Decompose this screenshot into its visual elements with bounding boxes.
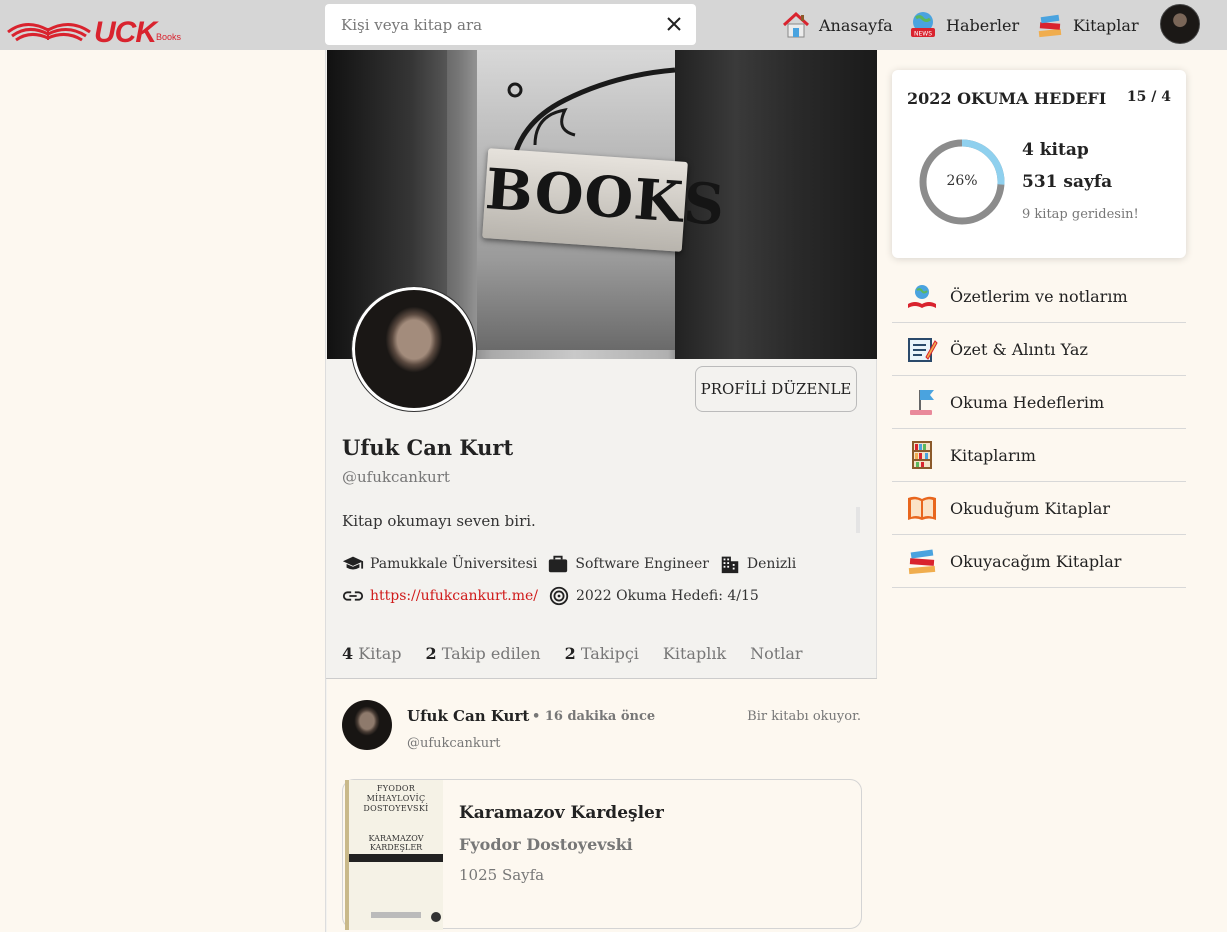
profile-info-row: Pamukkale Üniversitesi Software Engineer…	[342, 553, 806, 575]
goal-percent: 26%	[946, 173, 978, 189]
nav-anasayfa[interactable]: Anasayfa	[781, 8, 893, 42]
book-cover-author: FYODOR MİHAYLOVİÇ DOSTOYEVSKİ	[363, 784, 429, 813]
website-info[interactable]: https://ufukcankurt.me/	[342, 585, 538, 607]
tab-notlar[interactable]: Notlar	[750, 644, 802, 663]
menu-my-books[interactable]: Kitaplarım	[892, 429, 1186, 482]
graduation-cap-icon	[342, 556, 364, 570]
activity-feed: Ufuk Can Kurt • 16 dakika önce Bir kitab…	[327, 679, 877, 932]
svg-text:NEWS: NEWS	[914, 31, 932, 38]
tab-label: Takipçi	[580, 644, 639, 663]
tab-count: 2	[425, 644, 437, 663]
tab-takipci[interactable]: 2 Takipçi	[565, 644, 639, 663]
menu-label: Okuma Hedeflerim	[950, 392, 1105, 412]
tab-kitaplik[interactable]: Kitaplık	[663, 644, 726, 663]
books-icon	[1038, 14, 1062, 38]
nav-label: Anasayfa	[819, 15, 893, 35]
search-box	[325, 4, 696, 45]
menu-goals[interactable]: Okuma Hedeflerim	[892, 376, 1186, 429]
menu-write[interactable]: Özet & Alıntı Yaz	[892, 323, 1186, 376]
profile-column: BOOKS PROFİLİ DÜZENLE Ufuk Can Kurt @ufu…	[325, 50, 877, 932]
website-link[interactable]: https://ufukcankurt.me/	[370, 588, 538, 604]
open-book-icon	[908, 496, 936, 520]
link-icon	[342, 591, 364, 601]
goal-pages: 531 sayfa	[1022, 172, 1113, 192]
post-author-name[interactable]: Ufuk Can Kurt	[407, 707, 529, 725]
write-icon	[908, 338, 938, 362]
job-label: Software Engineer	[575, 556, 709, 572]
reading-goal-card: 2022 OKUMA HEDEFI 15 / 4 26% 4 kitap 531…	[892, 70, 1186, 258]
goal-title: 2022 OKUMA HEDEFI	[907, 89, 1107, 108]
menu-notes[interactable]: Özetlerim ve notlarım	[892, 270, 1186, 323]
city-label: Denizli	[746, 556, 797, 572]
goal-ratio: 15 / 4	[1126, 89, 1171, 105]
profile-handle: @ufukcankurt	[342, 468, 450, 486]
search-input[interactable]	[325, 4, 655, 45]
tab-kitap[interactable]: 4 Kitap	[342, 644, 402, 663]
user-avatar[interactable]	[1160, 4, 1200, 44]
book-cover: FYODOR MİHAYLOVİÇ DOSTOYEVSKİ KARAMAZOV …	[345, 780, 443, 930]
side-menu: Özetlerim ve notlarım Özet & Alıntı Yaz …	[892, 270, 1186, 588]
book-stack-icon	[908, 549, 936, 575]
top-bar: UCK Books Anasayfa NEWS Haberler	[0, 0, 1227, 50]
post-author-handle: @ufukcankurt	[407, 736, 501, 751]
nav-label: Haberler	[946, 15, 1020, 35]
news-icon: NEWS	[911, 12, 935, 38]
menu-label: Kitaplarım	[950, 445, 1036, 465]
profile-avatar[interactable]	[351, 286, 477, 412]
cover-sign-text: BOOKS	[483, 156, 728, 239]
edit-profile-button[interactable]: PROFİLİ DÜZENLE	[695, 366, 857, 412]
goal-behind: 9 kitap geridesin!	[1022, 207, 1139, 222]
reading-goal-info: 2022 Okuma Hedefi: 4/15	[548, 585, 759, 607]
school-label: Pamukkale Üniversitesi	[370, 556, 538, 572]
nav-kitaplar[interactable]: Kitaplar	[1035, 8, 1139, 42]
logo-subtext: Books	[156, 32, 182, 42]
cover-sign: BOOKS	[482, 148, 728, 252]
nav-label: Kitaplar	[1073, 15, 1139, 35]
book-pages: 1025 Sayfa	[459, 866, 545, 884]
post-avatar[interactable]	[342, 700, 392, 750]
logo[interactable]: UCK Books	[6, 10, 181, 48]
book-title[interactable]: Karamazov Kardeşler	[459, 803, 664, 823]
school-info: Pamukkale Üniversitesi	[342, 553, 537, 575]
nav-haberler[interactable]: NEWS Haberler	[908, 8, 1019, 42]
goal-books: 4 kitap	[1022, 140, 1089, 160]
reading-goal-label: 2022 Okuma Hedefi: 4/15	[576, 588, 759, 604]
target-icon	[549, 586, 569, 606]
book-card[interactable]: FYODOR MİHAYLOVİÇ DOSTOYEVSKİ KARAMAZOV …	[342, 779, 862, 930]
briefcase-icon	[549, 555, 568, 573]
book-author: Fyodor Dostoyevski	[459, 835, 633, 854]
post-status: Bir kitabı okuyor.	[747, 709, 861, 724]
profile-name: Ufuk Can Kurt	[342, 435, 514, 460]
home-icon	[782, 11, 810, 38]
flag-icon	[910, 390, 934, 415]
building-icon	[721, 556, 739, 574]
menu-to-read-books[interactable]: Okuyacağım Kitaplar	[892, 535, 1186, 588]
job-info: Software Engineer	[547, 553, 709, 575]
menu-label: Okuduğum Kitaplar	[950, 498, 1111, 518]
open-book-logo-icon	[7, 23, 91, 42]
profile-tabs: 4 Kitap 2 Takip edilen 2 Takipçi Kitaplı…	[342, 644, 827, 663]
menu-read-books[interactable]: Okuduğum Kitaplar	[892, 482, 1186, 535]
close-icon[interactable]	[666, 16, 682, 32]
menu-label: Okuyacağım Kitaplar	[950, 551, 1122, 571]
menu-label: Özet & Alıntı Yaz	[950, 339, 1088, 359]
post-time: • 16 dakika önce	[532, 709, 656, 724]
tab-label: Takip edilen	[441, 644, 541, 663]
city-info: Denizli	[719, 553, 796, 575]
tab-label: Kitap	[358, 644, 402, 663]
logo-text: UCK	[94, 16, 157, 49]
tab-count: 2	[564, 644, 576, 663]
tab-count: 4	[342, 644, 354, 663]
menu-label: Özetlerim ve notlarım	[950, 286, 1128, 306]
book-cover-title: KARAMAZOV KARDEŞLER	[368, 834, 424, 852]
profile-links-row: https://ufukcankurt.me/ 2022 Okuma Hedef…	[342, 585, 769, 607]
bio-scrollbar[interactable]	[856, 507, 860, 533]
notes-icon	[908, 285, 936, 308]
tab-takip-edilen[interactable]: 2 Takip edilen	[426, 644, 541, 663]
bookshelf-icon	[912, 441, 932, 469]
profile-bio: Kitap okumayı seven biri.	[342, 512, 536, 530]
